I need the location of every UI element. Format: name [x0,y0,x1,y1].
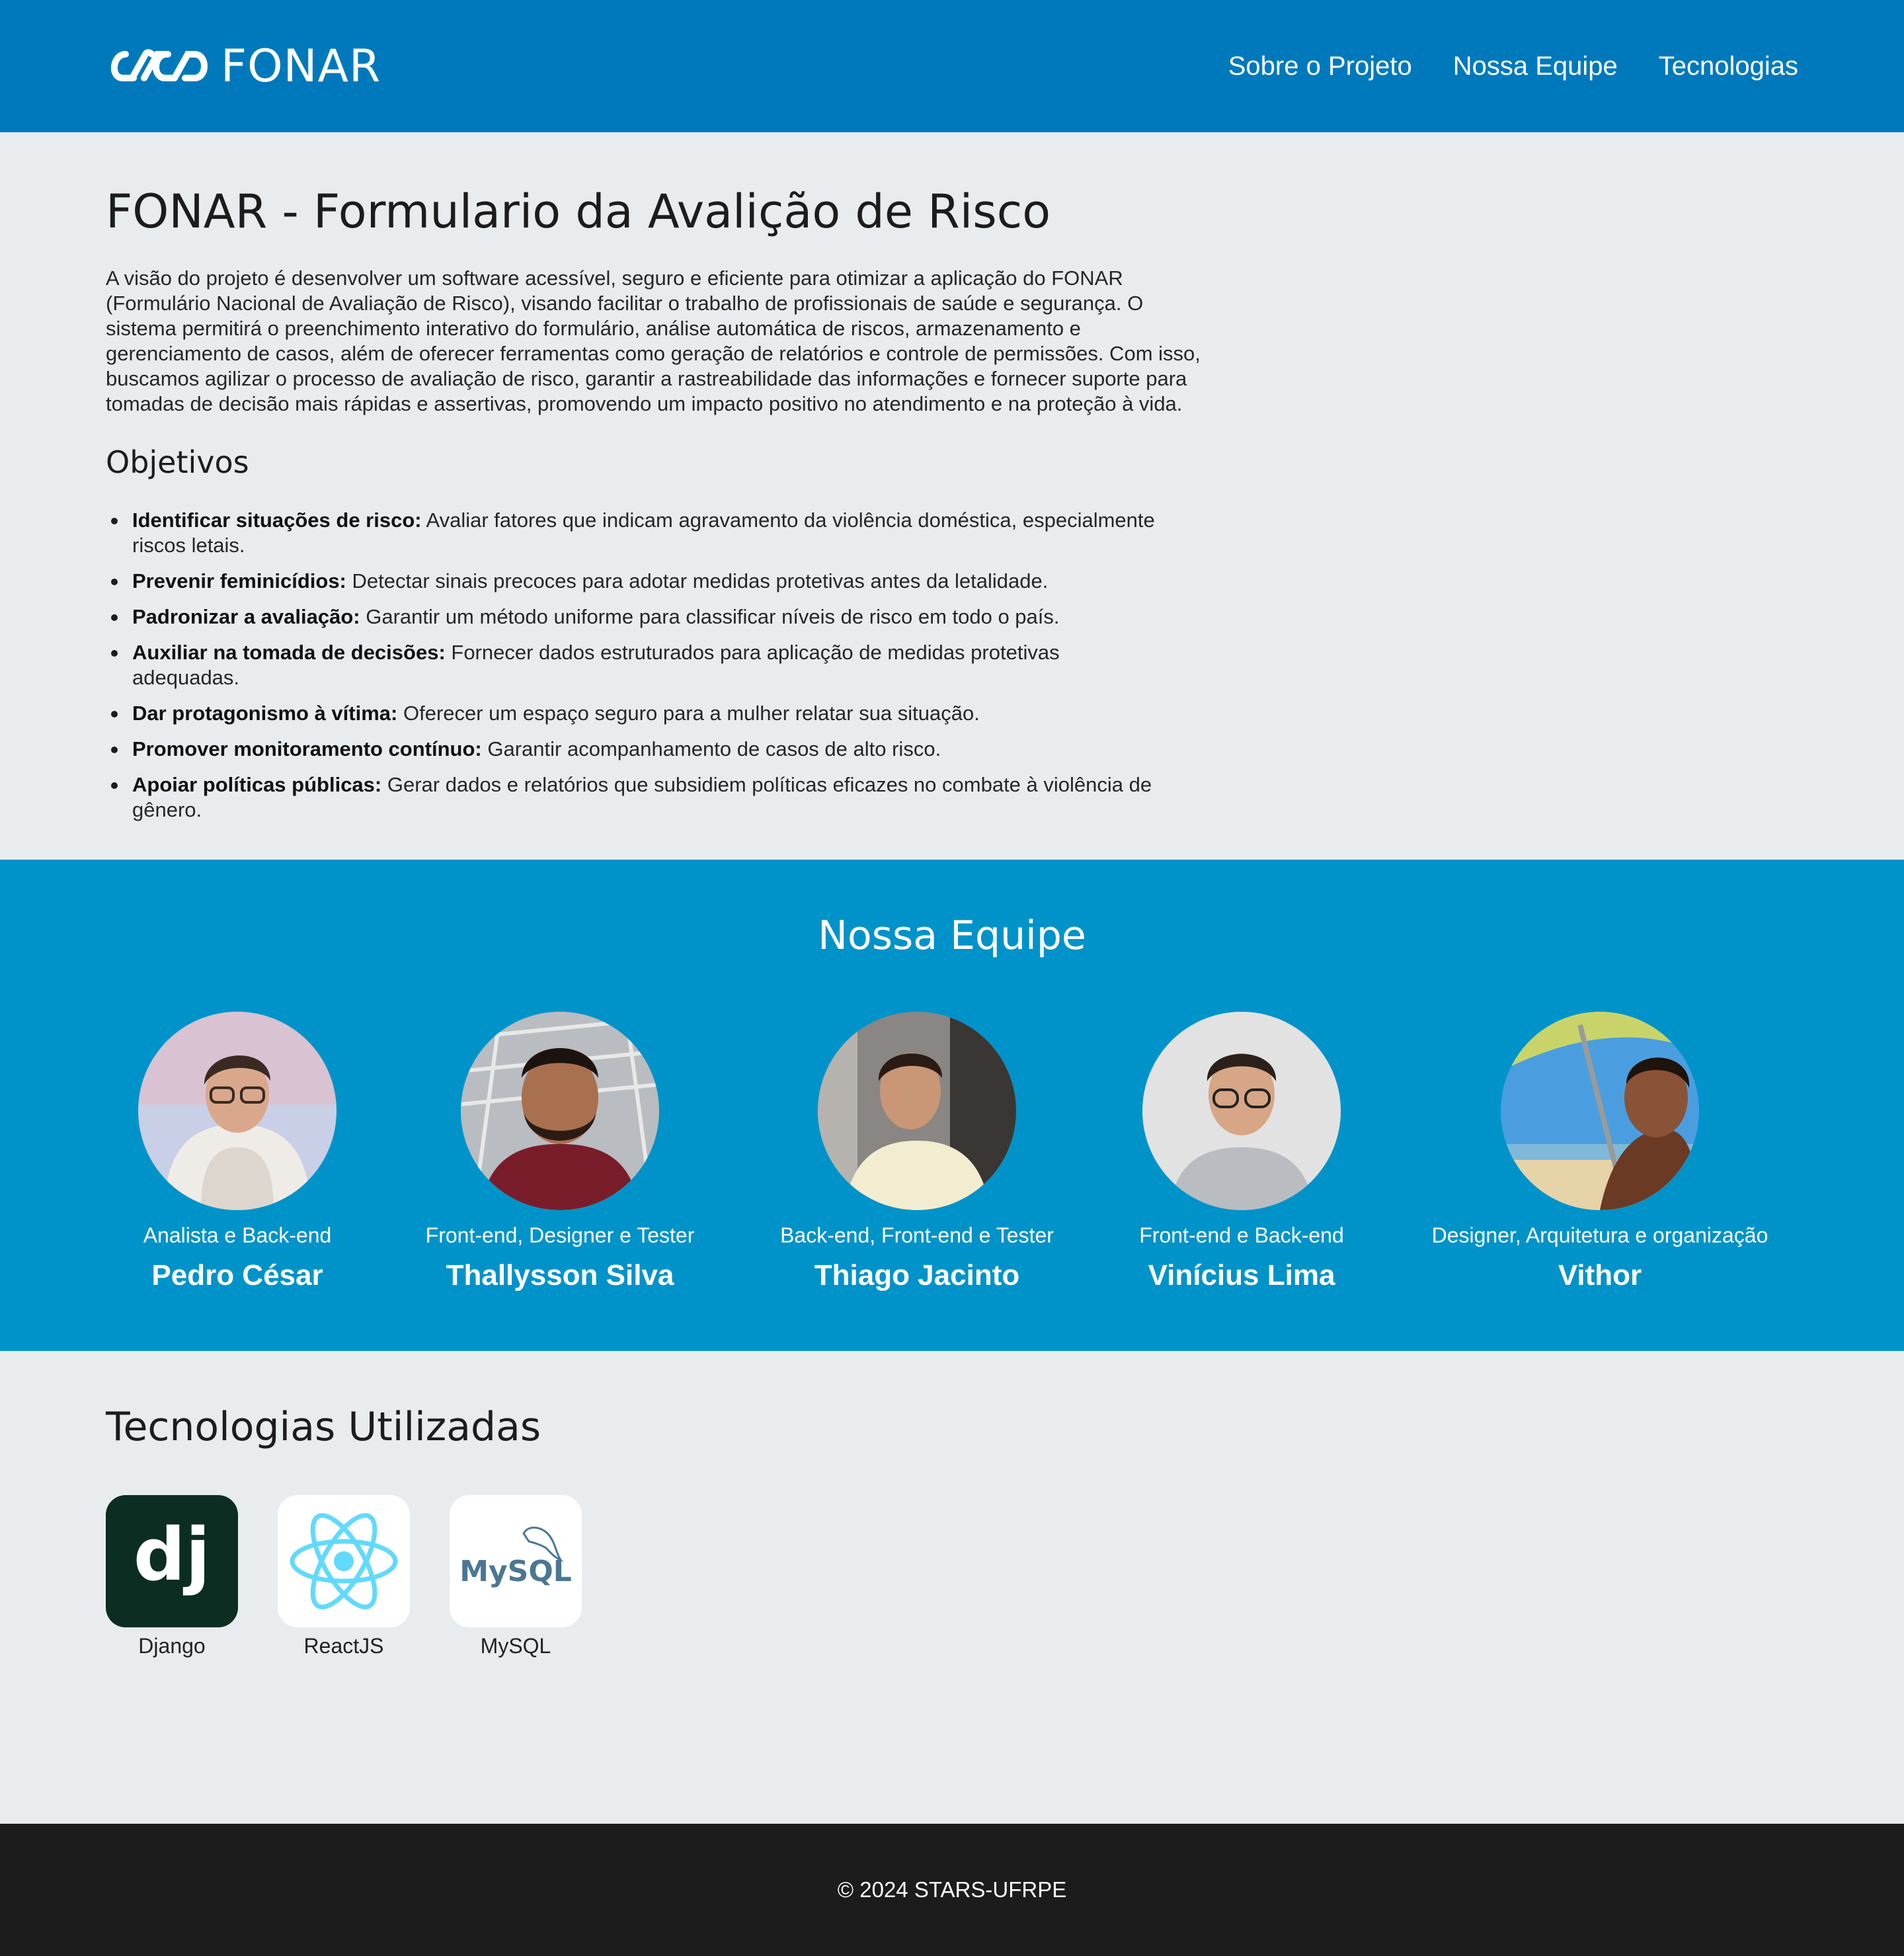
member-role: Analista e Back-end [143,1223,332,1247]
footer-copyright: © 2024 STARS-UFRPE [837,1877,1067,1902]
site-footer: © 2024 STARS-UFRPE [0,1824,1904,1956]
nav-link-sobre[interactable]: Sobre o Projeto [1228,52,1412,81]
about-section: FONAR - Formulario da Avalição de Risco … [0,132,1904,860]
objective-item: Promover monitoramento contínuo: Garanti… [106,737,1164,762]
brand-logo-icon [110,49,208,81]
objective-label: Promover monitoramento contínuo: [132,737,482,760]
member-name: Vinícius Lima [1148,1259,1335,1291]
avatar [138,1012,337,1210]
site-header: FONAR Sobre o Projeto Nossa Equipe Tecno… [0,0,1904,132]
member-name: Thallysson Silva [446,1259,674,1291]
django-logo-icon: dj [106,1495,238,1627]
team-section: Nossa Equipe Analista e Back-end Pedro C… [0,860,1904,1351]
brand-name: FONAR [221,40,381,93]
brand[interactable]: FONAR [106,40,381,93]
avatar [461,1012,659,1210]
tech-item-django: dj Django [106,1495,238,1658]
nav-link-equipe[interactable]: Nossa Equipe [1453,52,1618,81]
objective-item: Dar protagonismo à vítima: Oferecer um e… [106,701,1164,726]
member-name: Pedro César [151,1259,323,1291]
objective-text: Oferecer um espaço seguro para a mulher … [397,702,980,725]
avatar [1501,1012,1699,1210]
objective-item: Identificar situações de risco: Avaliar … [106,508,1164,558]
react-logo-icon [278,1495,410,1627]
objectives-heading: Objetivos [106,444,249,480]
member-role: Designer, Arquitetura e organização [1431,1223,1768,1247]
team-member-card: Designer, Arquitetura e organização Vith… [1415,1012,1785,1292]
tech-heading: Tecnologias Utilizadas [106,1404,541,1450]
member-name: Vithor [1558,1259,1642,1291]
objective-label: Auxiliar na tomada de decisões: [132,641,446,664]
team-member-card: Analista e Back-end Pedro César [52,1012,422,1292]
tech-label: MySQL [480,1634,551,1658]
team-member-card: Front-end e Back-end Vinícius Lima [1056,1012,1427,1292]
tech-item-mysql: MySQL MySQL [450,1495,582,1658]
objective-text: Garantir acompanhamento de casos de alto… [481,737,941,760]
objective-item: Apoiar políticas públicas: Gerar dados e… [106,772,1164,823]
team-member-card: Back-end, Front-end e Tester Thiago Jaci… [732,1012,1102,1292]
tech-section: Tecnologias Utilizadas dj Django ReactJS… [0,1351,1904,1824]
nav-link-tecnologias[interactable]: Tecnologias [1659,52,1798,81]
objective-label: Identificar situações de risco: [132,509,422,532]
avatar [1142,1012,1341,1210]
tech-item-react: ReactJS [278,1495,410,1658]
mysql-logo-icon: MySQL [450,1495,582,1627]
objective-item: Prevenir feminicídios: Detectar sinais p… [106,569,1164,594]
avatar [818,1012,1016,1210]
member-role: Front-end e Back-end [1139,1223,1344,1247]
objectives-list: Identificar situações de risco: Avaliar … [106,508,1164,823]
tech-list: dj Django ReactJS MySQL MySQL [106,1495,1798,1658]
member-name: Thiago Jacinto [814,1259,1020,1291]
objective-item: Padronizar a avaliação: Garantir um méto… [106,604,1164,630]
objective-item: Auxiliar na tomada de decisões: Fornecer… [106,640,1164,690]
team-member-card: Front-end, Designer e Tester Thallysson … [375,1012,745,1292]
tech-label: ReactJS [303,1634,384,1658]
django-logo-text: dj [134,1512,210,1597]
objective-label: Apoiar políticas públicas: [132,773,382,796]
member-role: Back-end, Front-end e Tester [780,1223,1054,1247]
vision-paragraph: A visão do projeto é desenvolver um soft… [106,266,1201,415]
objective-label: Dar protagonismo à vítima: [132,702,398,725]
objective-label: Prevenir feminicídios: [132,569,346,592]
page-title: FONAR - Formulario da Avalição de Risco [106,184,1051,239]
objective-label: Padronizar a avaliação: [132,605,360,628]
member-role: Front-end, Designer e Tester [425,1223,695,1247]
main-nav: Sobre o Projeto Nossa Equipe Tecnologias [1228,52,1798,81]
tech-label: Django [138,1634,206,1658]
objective-text: Detectar sinais precoces para adotar med… [346,569,1049,592]
mysql-logo-text: MySQL [459,1555,572,1588]
team-heading: Nossa Equipe [818,913,1086,959]
objective-text: Garantir um método uniforme para classif… [360,605,1060,628]
